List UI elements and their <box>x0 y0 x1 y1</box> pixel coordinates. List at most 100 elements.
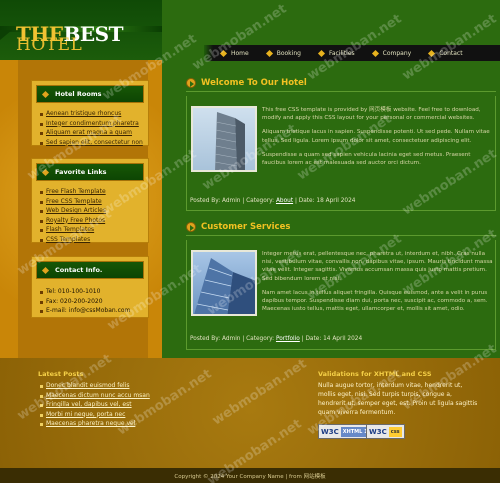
nav-label: Contact <box>439 49 463 57</box>
diamond-icon <box>219 49 228 57</box>
fav-link[interactable]: CSS Templates <box>46 236 90 243</box>
room-link[interactable]: Aliquam erat magna a quam <box>46 129 132 136</box>
nav-item-contact[interactable]: Contact <box>428 49 463 57</box>
diamond-icon <box>41 90 50 98</box>
list-item: Free CSS Template <box>40 197 148 207</box>
nav-item-facilities[interactable]: Facilities <box>317 49 355 57</box>
header-band: THEBEST HOTEL <box>0 0 162 60</box>
post-link[interactable]: Maecenas dictum nunc accu msan <box>46 392 150 399</box>
diamond-icon <box>265 49 273 57</box>
links-list: Free Flash Template Free CSS Template We… <box>32 185 148 246</box>
box-header: Favorite Links <box>36 163 144 181</box>
box-title: Hotel Rooms <box>55 90 102 98</box>
box-title: Favorite Links <box>55 168 107 176</box>
list-item: Flash Templates <box>40 225 148 235</box>
fav-link[interactable]: Free CSS Template <box>46 198 102 205</box>
section-title: Customer Services <box>201 222 291 232</box>
category-link[interactable]: About <box>276 198 293 204</box>
list-item: Sed sapien elit, consectetur non <box>40 138 148 148</box>
diamond-icon <box>428 49 436 57</box>
contact-fax: Fax: 020-200-2020 <box>40 297 148 307</box>
post-meta: Posted By: Admin | Category: Portfolio |… <box>190 336 494 342</box>
box-header: Contact Info. <box>36 261 144 279</box>
nav-label: Home <box>231 49 249 57</box>
nav-label: Booking <box>276 49 301 57</box>
meta-date: | Date: 18 April 2024 <box>294 198 356 204</box>
validations-title: Validations for XHTML and CSS <box>318 370 432 378</box>
post-meta: Posted By: Admin | Category: About | Dat… <box>190 198 494 204</box>
top-nav: Home Booking Facilities Company Contact <box>204 45 500 61</box>
diamond-icon <box>371 49 379 57</box>
list-item: Royalty Free Photos <box>40 216 148 226</box>
services-post: Integer metus erat, pellentesque nec, ph… <box>186 240 496 350</box>
room-link[interactable]: Sed sapien elit, consectetur non <box>46 139 143 146</box>
fav-link[interactable]: Royalty Free Photos <box>46 217 105 224</box>
copyright-bar: Copyright © 2024 Your Company Name | fro… <box>0 468 500 483</box>
post-body: Integer metus erat, pellentesque nec, ph… <box>262 250 494 319</box>
contact-email: E-mail: info@cssMoban.com <box>40 306 148 316</box>
nav-item-booking[interactable]: Booking <box>265 49 301 57</box>
list-item: Donec blandit euismod felis <box>40 381 150 391</box>
nav-label: Facilities <box>328 49 355 57</box>
list-item: Morbi mi neque, porta nec <box>40 410 150 420</box>
list-item: Free Flash Template <box>40 187 148 197</box>
post-paragraph: Nam amet lacus in tellus aliquet fringil… <box>262 289 488 313</box>
w3c-logo: W3C <box>369 427 387 436</box>
nav-item-home[interactable]: Home <box>219 49 249 57</box>
room-list: Aenean tristique rhoncus Integer condime… <box>32 107 148 149</box>
w3c-logo: W3C <box>321 427 339 436</box>
validations-text: Nulla augue tortor, interdum vitae, hend… <box>318 382 478 416</box>
section-title: Welcome To Our Hotel <box>201 78 307 88</box>
list-item: Maecenas pharetra neque vel <box>40 419 150 429</box>
watermark: webmoban.net <box>189 1 290 74</box>
divider <box>186 91 496 92</box>
sidebar-box-hotel-rooms: Hotel Rooms Aenean tristique rhoncus Int… <box>31 80 149 146</box>
welcome-post: This free CSS template is provided by 网页… <box>186 96 496 211</box>
nav-label: Company <box>382 49 412 57</box>
sidebar-box-contact: Contact Info. Tel: 010-100-1010 Fax: 020… <box>31 256 149 318</box>
logo-part-hotel: HOTEL <box>16 35 83 55</box>
post-link[interactable]: Maecenas pharetra neque vel <box>46 420 135 427</box>
list-item: Aenean tristique rhoncus <box>40 109 148 119</box>
post-paragraph: This free CSS template is provided by 网页… <box>262 107 481 122</box>
fav-link[interactable]: Flash Templates <box>46 226 94 233</box>
latest-posts-list: Donec blandit euismod felis Maecenas dic… <box>40 381 150 429</box>
skyscraper-image <box>191 250 257 316</box>
contact-info: Tel: 010-100-1010 Fax: 020-200-2020 E-ma… <box>32 283 148 318</box>
post-paragraph: Integer metus erat, pellentesque nec, ph… <box>262 251 493 282</box>
nav-item-company[interactable]: Company <box>371 49 412 57</box>
badge-label: css <box>388 426 402 437</box>
diamond-icon <box>41 168 50 176</box>
post-body: This free CSS template is provided by 网页… <box>262 106 494 173</box>
latest-posts-title: Latest Posts <box>38 370 84 378</box>
fav-link[interactable]: Free Flash Template <box>46 188 106 195</box>
sidebar-box-favorite-links: Favorite Links Free Flash Template Free … <box>31 158 149 243</box>
meta-date: | Date: 14 April 2024 <box>301 336 363 342</box>
fav-link[interactable]: Web Design Articles <box>46 207 106 214</box>
meta-prefix: Posted By: Admin | Category: <box>190 336 275 342</box>
footer: Latest Posts Donec blandit euismod felis… <box>0 358 500 468</box>
post-link[interactable]: Donec blandit euismod felis <box>46 382 129 389</box>
category-link[interactable]: Portfolio <box>276 336 300 342</box>
list-item: Integer condimentum pharetra <box>40 119 148 129</box>
divider <box>186 235 496 236</box>
list-item: Aliquam erat magna a quam <box>40 128 148 138</box>
arrow-circle-icon <box>186 222 196 232</box>
building-image <box>191 106 257 172</box>
arrow-circle-icon <box>186 78 196 88</box>
post-paragraph: Aliquam tristique lacus in sapien. Suspe… <box>262 129 490 144</box>
room-link[interactable]: Aenean tristique rhoncus <box>46 110 121 117</box>
post-link[interactable]: Morbi mi neque, porta nec <box>46 411 125 418</box>
list-item: Web Design Articles <box>40 206 148 216</box>
css-badge[interactable]: W3C css <box>366 424 405 439</box>
post-paragraph: Suspendisse a quam sed sapien vehicula l… <box>262 151 471 167</box>
list-item: Fringilla vel, dapibus vel, est <box>40 400 150 410</box>
room-link[interactable]: Integer condimentum pharetra <box>46 120 139 127</box>
copyright-text: Copyright © 2024 Your Company Name | fro… <box>174 473 326 480</box>
post-link[interactable]: Fringilla vel, dapibus vel, est <box>46 401 132 408</box>
services-heading: Customer Services <box>186 222 290 232</box>
box-header: Hotel Rooms <box>36 85 144 103</box>
diamond-icon <box>41 266 50 274</box>
contact-tel: Tel: 010-100-1010 <box>40 287 148 297</box>
list-item: CSS Templates <box>40 235 148 245</box>
